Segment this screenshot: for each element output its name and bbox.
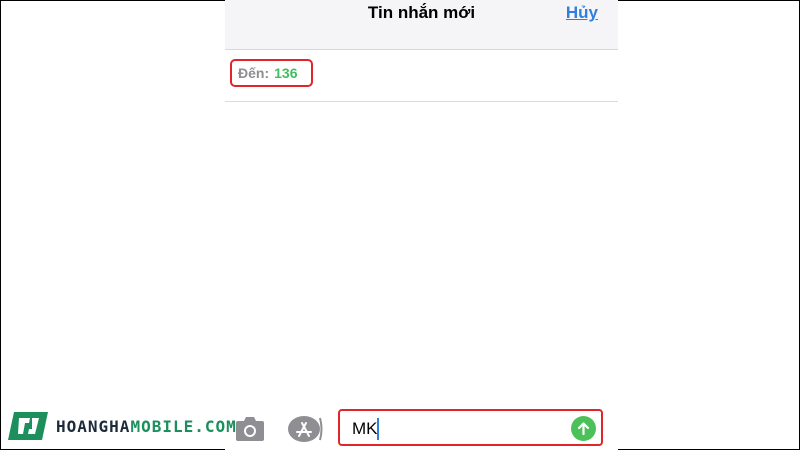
camera-icon[interactable] (235, 416, 265, 442)
recipient-label: Đến: (238, 65, 270, 81)
logo-text-part2: MOBILE.COM (130, 416, 237, 436)
navigation-bar: Tin nhắn mới Hủy (225, 0, 618, 50)
logo-text: HOANGHAMOBILE.COM (56, 417, 237, 436)
recipient-highlight: Đến: 136 (230, 59, 313, 87)
logo-text-part1: HOANGHA (56, 416, 131, 436)
message-input[interactable]: MK (338, 409, 603, 446)
recipient-row[interactable]: Đến: 136 (225, 50, 618, 102)
messages-screen: Tin nhắn mới Hủy Đến: 136 (225, 0, 618, 450)
message-input-text: MK (352, 419, 378, 438)
send-button[interactable] (571, 416, 596, 441)
app-store-icon[interactable] (287, 415, 323, 443)
cancel-button[interactable]: Hủy (566, 3, 598, 23)
hoangha-logo: HOANGHAMOBILE.COM (8, 410, 237, 442)
send-arrow-icon (577, 422, 590, 436)
page-title: Tin nhắn mới (367, 3, 476, 22)
text-cursor (377, 418, 379, 440)
recipient-value[interactable]: 136 (274, 65, 297, 81)
logo-mark-icon (8, 412, 48, 440)
